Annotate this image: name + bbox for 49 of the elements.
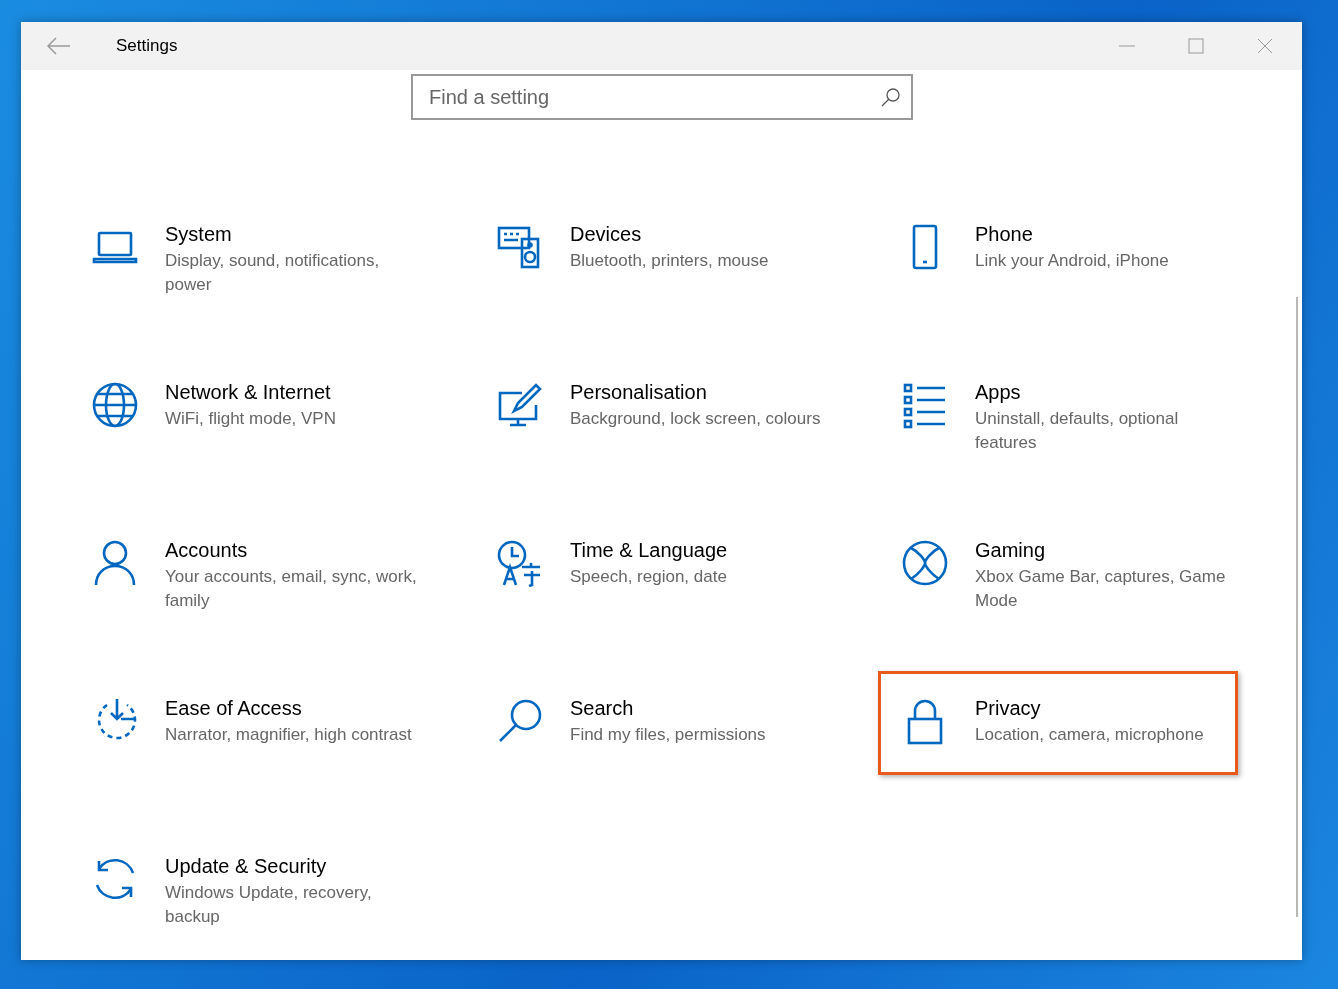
tile-description: Uninstall, defaults, optional features <box>975 408 1180 454</box>
tile-title: Update & Security <box>165 854 328 879</box>
tile-title: Devices <box>570 222 643 247</box>
search-field[interactable]: Find a setting <box>411 74 913 120</box>
tile-title: Gaming <box>975 538 1047 563</box>
settings-tile[interactable]: Ease of Access Narrator, magnifier, high contrast <box>68 671 428 775</box>
tile-title: Network & Internet <box>165 380 332 405</box>
tile-title: Personalisation <box>570 380 708 405</box>
tile-title: Time & Language <box>570 538 729 563</box>
tile-description: Xbox Game Bar, captures, Game Mode <box>975 566 1227 612</box>
tile-description: Display, sound, notifications, power <box>165 250 381 296</box>
tile-title: Apps <box>975 380 1022 405</box>
tile-description: Narrator, magnifier, high contrast <box>165 724 413 746</box>
tile-description: WiFi, flight mode, VPN <box>165 408 337 430</box>
settings-tile[interactable]: Apps Uninstall, defaults, optional features <box>878 355 1238 459</box>
close-icon[interactable] <box>1255 36 1275 56</box>
tile-title: Search <box>570 696 635 721</box>
xbox-icon <box>901 539 949 587</box>
search-icon <box>881 87 901 107</box>
settings-tile[interactable]: Devices Bluetooth, printers, mouse <box>473 197 833 301</box>
pen-tablet-icon <box>496 381 544 429</box>
settings-tile[interactable]: Time & Language Speech, region, date <box>473 513 833 617</box>
settings-tile[interactable]: Search Find my files, permissions <box>473 671 833 775</box>
scrollbar[interactable] <box>1296 297 1298 917</box>
maximize-icon[interactable] <box>1186 36 1206 56</box>
tile-title: System <box>165 222 233 247</box>
settings-tile[interactable]: System Display, sound, notifications, power <box>68 197 428 301</box>
tile-description: Background, lock screen, colours <box>570 408 822 430</box>
settings-tile[interactable]: Gaming Xbox Game Bar, captures, Game Mode <box>878 513 1238 617</box>
settings-tile[interactable]: Privacy Location, camera, microphone <box>878 671 1238 775</box>
tile-description: Link your Android, iPhone <box>975 250 1170 272</box>
tile-title: Ease of Access <box>165 696 303 721</box>
settings-tile[interactable]: Update & Security Windows Update, recovery, backup <box>68 829 428 933</box>
tile-description: Windows Update, recovery, backup <box>165 882 373 928</box>
settings-tile[interactable]: Personalisation Background, lock screen, colours <box>473 355 833 459</box>
tile-title: Accounts <box>165 538 249 563</box>
tile-description: Your accounts, email, sync, work, family <box>165 566 418 612</box>
settings-tile[interactable]: Phone Link your Android, iPhone <box>878 197 1238 301</box>
tile-description: Find my files, permissions <box>570 724 767 746</box>
settings-tile[interactable]: Network & Internet WiFi, flight mode, VPN <box>68 355 428 459</box>
tile-title: Phone <box>975 222 1034 247</box>
globe-icon <box>91 381 139 429</box>
tile-description: Speech, region, date <box>570 566 728 588</box>
settings-tile[interactable]: Accounts Your accounts, email, sync, work, family <box>68 513 428 617</box>
window-title: Settings <box>116 36 178 56</box>
tile-description: Bluetooth, printers, mouse <box>570 250 770 272</box>
back-arrow-icon[interactable] <box>47 37 71 55</box>
tile-description: Location, camera, microphone <box>975 724 1205 746</box>
tile-title: Privacy <box>975 696 1042 721</box>
